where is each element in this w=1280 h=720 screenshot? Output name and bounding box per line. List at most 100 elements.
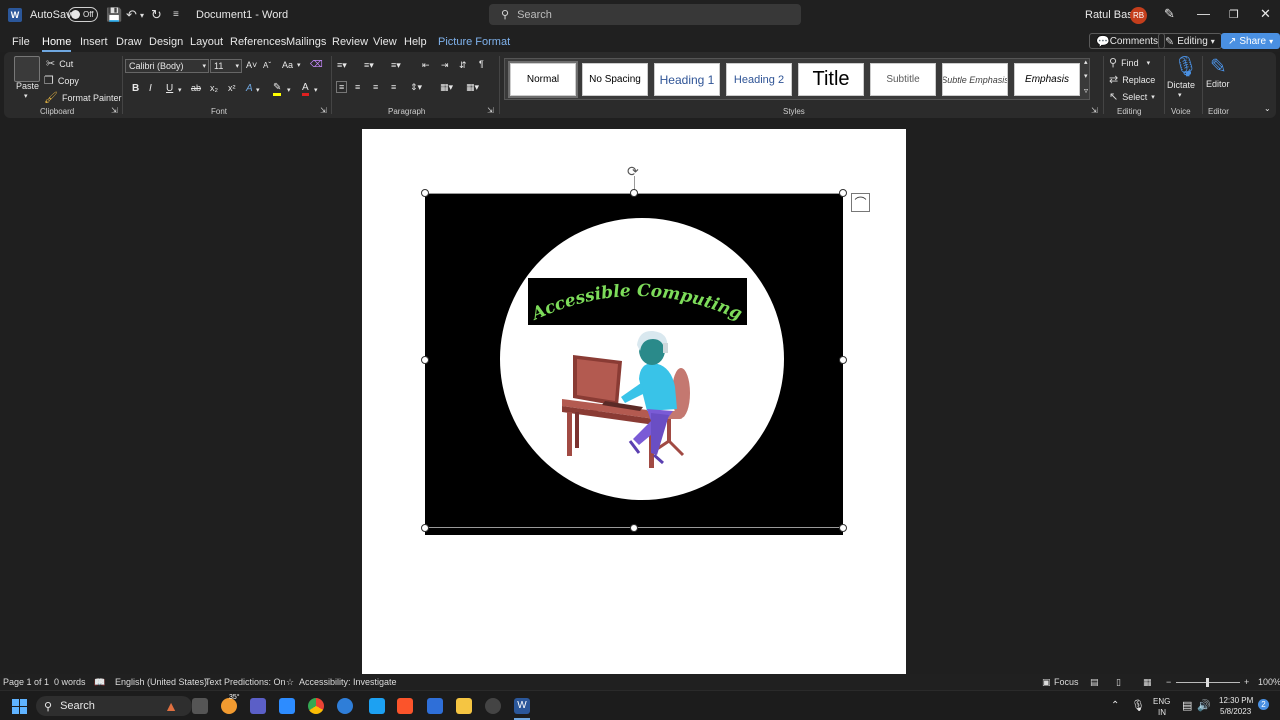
paste-dropdown-icon[interactable]: ▾	[24, 92, 28, 100]
dictate-button[interactable]: Dictate	[1167, 80, 1195, 90]
tab-draw[interactable]: Draw	[116, 36, 142, 48]
align-right-icon[interactable]: ≡	[373, 82, 378, 92]
style-no-spacing[interactable]: No Spacing	[582, 63, 648, 96]
align-left-icon[interactable]: ≡	[336, 81, 348, 93]
print-layout-icon[interactable]: ▯	[1116, 677, 1121, 688]
italic-button[interactable]: I	[149, 83, 152, 94]
strikethrough-button[interactable]: ab	[191, 83, 201, 93]
style-heading-1[interactable]: Heading 1	[654, 63, 720, 96]
tab-view[interactable]: View	[373, 36, 397, 48]
proofing-icon[interactable]: 📖	[94, 677, 105, 688]
telegram-icon[interactable]	[369, 698, 385, 714]
tab-mailings[interactable]: Mailings	[286, 36, 326, 48]
page-count[interactable]: Page 1 of 1	[3, 677, 49, 687]
borders-icon[interactable]: ▦▾	[466, 82, 479, 93]
start-button[interactable]	[12, 699, 27, 714]
network-icon[interactable]: ▤	[1182, 699, 1192, 712]
task-view-icon[interactable]	[192, 698, 208, 714]
font-color-icon[interactable]: A	[302, 83, 309, 96]
underline-button[interactable]: U	[166, 83, 173, 94]
resize-handle-top[interactable]	[630, 189, 638, 197]
accessibility-icon[interactable]: ☆	[286, 677, 294, 688]
decrease-indent-icon[interactable]: ⇤	[422, 60, 430, 71]
editing-mode-button[interactable]: ✎ Editing ▾	[1158, 33, 1222, 49]
pen-icon[interactable]: ✎	[1164, 6, 1175, 22]
styles-launcher-icon[interactable]: ⇲	[1091, 106, 1098, 115]
tab-home[interactable]: Home	[42, 36, 72, 52]
paragraph-launcher-icon[interactable]: ⇲	[487, 106, 494, 115]
undo-dropdown-icon[interactable]: ▾	[140, 11, 144, 20]
accessibility-status[interactable]: Accessibility: Investigate	[299, 677, 397, 687]
underline-dropdown-icon[interactable]: ▾	[178, 86, 182, 94]
clipboard-launcher-icon[interactable]: ⇲	[111, 106, 118, 115]
styles-more-icon[interactable]: ▿	[1084, 86, 1088, 95]
select-button[interactable]: ↖ Select ▾	[1109, 90, 1155, 103]
text-effects-icon[interactable]: A	[246, 83, 253, 94]
zoom-level[interactable]: 100%	[1258, 677, 1280, 687]
tool-icon[interactable]	[427, 698, 443, 714]
collapse-ribbon-icon[interactable]: ⌄	[1264, 104, 1271, 113]
subscript-button[interactable]: x₂	[210, 83, 218, 93]
tab-picture-format[interactable]: Picture Format	[438, 36, 510, 48]
rotate-handle-icon[interactable]: ⟳	[627, 163, 639, 180]
increase-indent-icon[interactable]: ⇥	[441, 60, 449, 71]
brave-icon[interactable]	[397, 698, 413, 714]
notification-badge[interactable]: 2	[1258, 699, 1269, 710]
paste-icon[interactable]	[14, 56, 40, 82]
resize-handle-left[interactable]	[421, 356, 429, 364]
replace-button[interactable]: ⇄ Replace	[1109, 73, 1155, 86]
find-button[interactable]: ⚲ Find ▾	[1109, 56, 1150, 69]
styles-scroll-up-icon[interactable]: ▴	[1084, 58, 1088, 66]
grow-font-icon[interactable]: A˅	[246, 60, 257, 70]
superscript-button[interactable]: x²	[228, 83, 236, 93]
text-effects-dropdown-icon[interactable]: ▾	[256, 86, 260, 94]
zoom-in-icon[interactable]: +	[1244, 677, 1249, 687]
tab-help[interactable]: Help	[404, 36, 427, 48]
focus-icon[interactable]: ▣	[1042, 677, 1051, 688]
web-layout-icon[interactable]: ▦	[1143, 677, 1152, 688]
language-indicator[interactable]: English (United States)	[115, 677, 207, 687]
tab-insert[interactable]: Insert	[80, 36, 108, 48]
styles-scroll-down-icon[interactable]: ▾	[1084, 72, 1088, 80]
clear-formatting-icon[interactable]: ⌫	[310, 59, 323, 70]
font-family-select[interactable]: Calibri (Body) ▾	[125, 59, 209, 73]
chrome-icon[interactable]	[308, 698, 324, 714]
paste-button[interactable]: Paste	[16, 81, 39, 91]
font-size-select[interactable]: 11 ▾	[210, 59, 242, 73]
layout-options-button[interactable]: ⌒	[851, 193, 870, 212]
language-bottom[interactable]: IN	[1158, 708, 1166, 717]
selected-picture[interactable]: Accessible Computing	[425, 193, 843, 535]
style-heading-2[interactable]: Heading 2	[726, 63, 792, 96]
bold-button[interactable]: B	[132, 83, 139, 94]
file-explorer-icon[interactable]	[456, 698, 472, 714]
line-spacing-icon[interactable]: ⇕▾	[410, 82, 422, 93]
numbering-icon[interactable]: ≡▾	[364, 60, 374, 71]
shading-icon[interactable]: ▦▾	[440, 82, 453, 93]
redo-icon[interactable]: ↻	[151, 7, 162, 23]
style-normal[interactable]: Normal	[508, 61, 578, 98]
style-emphasis[interactable]: Emphasis	[1014, 63, 1080, 96]
teams-icon[interactable]	[250, 698, 266, 714]
sort-icon[interactable]: ⇵	[459, 60, 467, 71]
focus-button[interactable]: Focus	[1054, 677, 1079, 687]
tab-layout[interactable]: Layout	[190, 36, 223, 48]
align-center-icon[interactable]: ≡	[355, 82, 360, 92]
restore-icon[interactable]: ❐	[1229, 8, 1239, 21]
read-mode-icon[interactable]: ▤	[1090, 677, 1099, 688]
tray-chevron-icon[interactable]: ⌃	[1111, 700, 1119, 711]
customize-toolbar-icon[interactable]: ≡	[173, 9, 179, 20]
clock-time[interactable]: 12:30 PM	[1219, 696, 1253, 705]
language-top[interactable]: ENG	[1153, 697, 1170, 706]
style-title[interactable]: Title	[798, 63, 864, 96]
resize-handle-bottom-left[interactable]	[421, 524, 429, 532]
editor-icon[interactable]: ✎	[1210, 54, 1227, 79]
highlight-icon[interactable]: ✎	[273, 83, 282, 96]
tab-design[interactable]: Design	[149, 36, 183, 48]
resize-handle-bottom-right[interactable]	[839, 524, 847, 532]
shrink-font-icon[interactable]: Aˇ	[263, 61, 271, 70]
copy-button[interactable]: ❐ Copy	[44, 74, 79, 87]
microphone-tray-icon[interactable]: 🎙	[1131, 699, 1145, 712]
edge-icon[interactable]	[337, 698, 353, 714]
tab-review[interactable]: Review	[332, 36, 368, 48]
resize-handle-top-right[interactable]	[839, 189, 847, 197]
